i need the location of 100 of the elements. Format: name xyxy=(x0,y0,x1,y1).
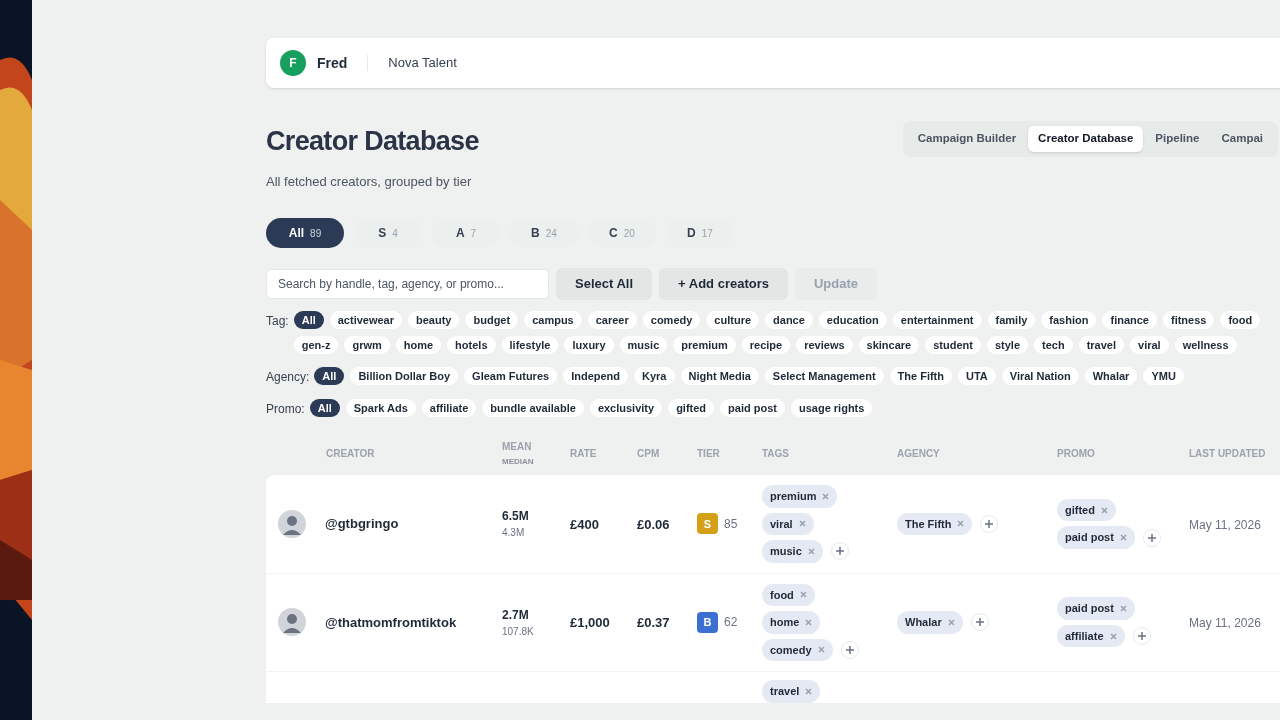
filter-chip[interactable]: All xyxy=(309,399,340,417)
filter-chip[interactable]: beauty xyxy=(408,311,460,329)
filter-chip[interactable]: comedy xyxy=(642,311,701,329)
plus-icon xyxy=(1137,632,1146,640)
filter-chip[interactable]: home xyxy=(395,336,442,354)
mean-value: 6.5M xyxy=(502,508,530,526)
filter-chip[interactable]: YMU xyxy=(1143,367,1184,385)
tier-score: 85 xyxy=(724,515,738,533)
filter-chip[interactable]: Kyra xyxy=(634,367,675,385)
filter-chip[interactable]: dance xyxy=(765,311,813,329)
close-icon xyxy=(822,492,830,500)
add-button[interactable] xyxy=(830,542,849,561)
filter-chip[interactable]: Spark Ads xyxy=(345,399,416,417)
add-button[interactable] xyxy=(980,514,999,533)
nav-tab[interactable]: Pipeline xyxy=(1145,126,1210,152)
tag-label: gifted xyxy=(1065,502,1095,518)
avatar xyxy=(278,608,306,637)
filter-chip[interactable]: gifted xyxy=(668,399,715,417)
remove-button[interactable] xyxy=(1100,506,1108,514)
add-button[interactable] xyxy=(840,640,859,659)
filter-chip[interactable]: recipe xyxy=(741,336,791,354)
filter-chip[interactable]: bundle available xyxy=(482,399,584,417)
nav-tab[interactable]: Campai xyxy=(1211,126,1273,152)
filter-chip[interactable]: The Fifth xyxy=(889,367,952,385)
close-icon xyxy=(807,547,815,555)
filter-chip[interactable]: Night Media xyxy=(680,367,759,385)
remove-button[interactable] xyxy=(799,591,807,599)
action-button[interactable]: + Add creators xyxy=(659,268,788,300)
filter-chip[interactable]: lifestyle xyxy=(501,336,559,354)
close-icon xyxy=(1119,605,1127,612)
remove-button[interactable] xyxy=(817,646,825,654)
filter-chip[interactable]: entertainment xyxy=(892,311,982,329)
filter-chip[interactable]: campus xyxy=(524,311,582,329)
filter-chip[interactable]: Billion Dollar Boy xyxy=(350,367,459,385)
filter-chip[interactable]: career xyxy=(587,311,637,329)
filter-chip[interactable]: fitness xyxy=(1163,311,1215,329)
remove-button[interactable] xyxy=(822,492,830,500)
remove-button[interactable] xyxy=(805,618,813,626)
filter-chip[interactable]: travel xyxy=(1078,336,1124,354)
remove-button[interactable] xyxy=(1109,632,1117,640)
filter-chip[interactable]: premium xyxy=(673,336,736,354)
remove-button[interactable] xyxy=(957,520,965,528)
filter-chip[interactable]: education xyxy=(818,311,887,329)
filter-chip[interactable]: reviews xyxy=(796,336,853,354)
filter-chip[interactable]: usage rights xyxy=(791,399,873,417)
close-icon xyxy=(805,618,813,626)
filter-chip[interactable]: family xyxy=(987,311,1036,329)
add-button[interactable] xyxy=(970,613,989,632)
tier-filter[interactable]: All 89 xyxy=(266,218,344,248)
filter-chip[interactable]: culture xyxy=(706,311,760,329)
plus-icon xyxy=(985,519,994,528)
filter-chip[interactable]: style xyxy=(986,336,1029,354)
column-header: LAST UPDATED xyxy=(1189,446,1267,461)
remove-button[interactable] xyxy=(807,547,815,555)
filter-chip[interactable]: budget xyxy=(465,311,519,329)
add-button[interactable] xyxy=(1142,528,1161,547)
filter-chip[interactable]: food xyxy=(1220,311,1261,329)
filter-chip[interactable]: luxury xyxy=(564,336,614,354)
tag-label: Whalar xyxy=(905,615,942,630)
filter-chip[interactable]: Gleam Futures xyxy=(464,367,558,385)
filter-chip[interactable]: Whalar xyxy=(1084,367,1138,385)
filter-chip[interactable]: grwm xyxy=(344,336,390,354)
filter-chip[interactable]: fashion xyxy=(1041,311,1097,329)
remove-button[interactable] xyxy=(947,618,955,626)
remove-button[interactable] xyxy=(1119,534,1127,541)
nav-tab[interactable]: Creator Database xyxy=(1028,126,1144,152)
add-button[interactable] xyxy=(1132,627,1151,645)
filter-chip[interactable]: music xyxy=(619,336,668,354)
filter-chip[interactable]: hotels xyxy=(447,336,496,354)
filter-chip[interactable]: All xyxy=(314,367,345,385)
remove-button[interactable] xyxy=(805,687,813,695)
close-icon xyxy=(798,520,806,528)
close-icon xyxy=(805,687,813,695)
search-field[interactable]: Search by handle, tag, agency, or promo... xyxy=(266,269,549,299)
creator-handle: @gtbgringo xyxy=(325,515,399,533)
filter-chip[interactable]: student xyxy=(925,336,981,354)
filter-chip[interactable]: Independ xyxy=(563,367,629,385)
filter-chip[interactable]: paid post xyxy=(720,399,785,417)
remove-button[interactable] xyxy=(1119,605,1127,612)
column-header: CREATOR xyxy=(326,446,376,461)
filter-chip[interactable]: Viral Nation xyxy=(1001,367,1079,385)
filter-chip[interactable]: affiliate xyxy=(421,399,477,417)
nav-tab[interactable]: Campaign Builder xyxy=(907,126,1027,152)
filter-chip[interactable]: tech xyxy=(1034,336,1073,354)
filter-chip[interactable]: activewear xyxy=(329,311,402,329)
filter-chip[interactable]: wellness xyxy=(1174,336,1237,354)
tag-label: comedy xyxy=(770,642,812,658)
filter-chip[interactable]: All xyxy=(293,311,324,329)
filter-chip[interactable]: skincare xyxy=(858,336,920,354)
filter-chip[interactable]: Select Management xyxy=(764,367,884,385)
filter-chip[interactable]: exclusivity xyxy=(589,399,663,417)
action-button[interactable]: Select All xyxy=(556,268,653,300)
plus-icon xyxy=(845,645,854,654)
filter-chip[interactable]: finance xyxy=(1102,311,1157,329)
filter-chip[interactable]: UTA xyxy=(958,367,996,385)
creator-handle: @thatmomfromtiktok xyxy=(325,613,457,632)
filter-chip[interactable]: gen-z xyxy=(293,336,339,354)
remove-button[interactable] xyxy=(798,520,806,528)
close-icon xyxy=(1109,632,1117,640)
filter-chip[interactable]: viral xyxy=(1130,336,1169,354)
